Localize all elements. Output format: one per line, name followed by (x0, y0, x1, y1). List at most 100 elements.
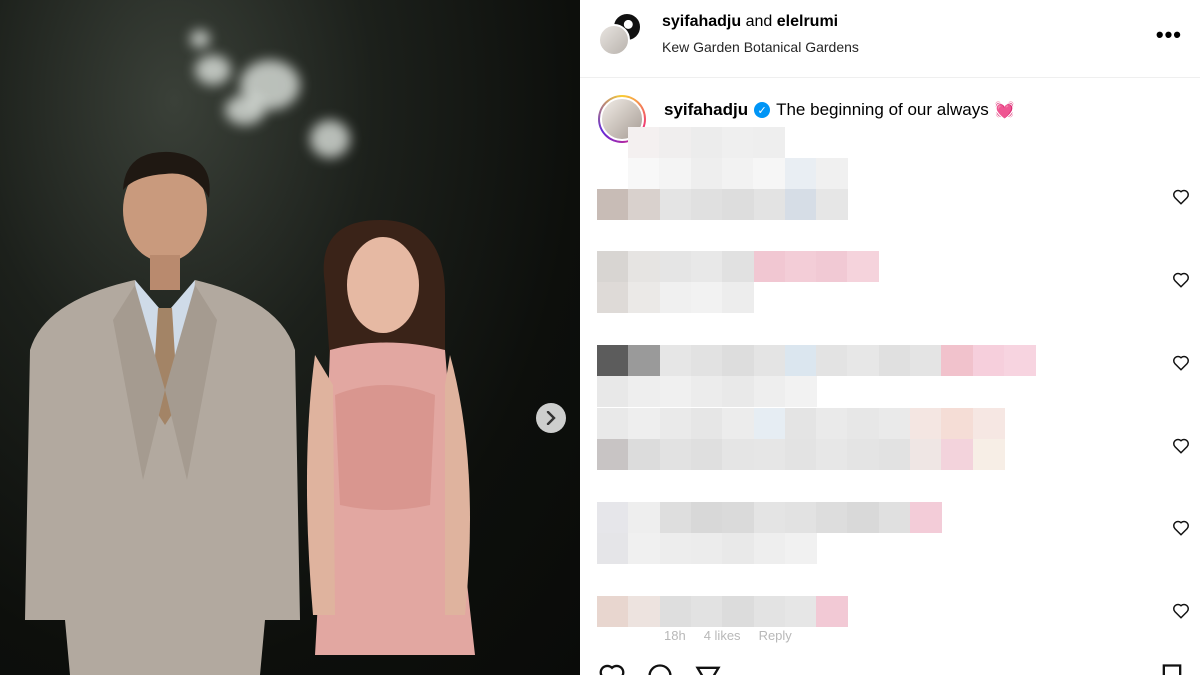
comment-likes[interactable]: 4 likes (704, 628, 741, 643)
pixel-block (597, 345, 629, 376)
pixel-block (690, 127, 723, 158)
pixel-block (722, 533, 755, 564)
more-options-button[interactable]: ••• (1156, 22, 1182, 48)
pixel-block (847, 251, 880, 282)
pixel-block (753, 533, 786, 564)
pixel-block (753, 376, 786, 407)
pixel-block (690, 376, 723, 407)
pixel-block (784, 439, 817, 470)
comment-icon[interactable] (646, 662, 674, 675)
pixel-block (753, 596, 786, 627)
pixel-block (597, 439, 629, 470)
pixel-block (722, 251, 755, 282)
like-icon[interactable] (598, 662, 626, 675)
pixel-block (659, 158, 692, 189)
pixel-block (597, 502, 629, 533)
pixel-block (690, 345, 723, 376)
pixel-block (784, 189, 817, 220)
share-icon[interactable] (694, 662, 722, 675)
pixel-block (597, 189, 629, 220)
heart-outline-icon[interactable] (1172, 188, 1190, 206)
pixel-block (690, 158, 723, 189)
pixel-block (628, 502, 661, 533)
pixel-block (910, 345, 942, 376)
pixel-block (816, 345, 849, 376)
pixel-block (722, 502, 755, 533)
pixel-block (659, 282, 692, 313)
pixel-block (816, 502, 849, 533)
pixel-block (597, 408, 629, 439)
pixel-block (722, 189, 755, 220)
pixel-block (597, 251, 629, 282)
pixel-block (784, 376, 817, 407)
action-bar (598, 662, 722, 675)
pixel-block (878, 408, 911, 439)
woman-figure (306, 220, 475, 655)
pixel-block (784, 345, 817, 376)
bokeh-light (310, 120, 350, 158)
pixel-block (722, 345, 755, 376)
author-conjunction: and (745, 13, 773, 30)
pixel-block (597, 596, 629, 627)
reply-button[interactable]: Reply (759, 628, 792, 643)
pixel-block (722, 376, 755, 407)
pixel-block (753, 345, 786, 376)
pixel-block (628, 189, 661, 220)
pixel-block (910, 408, 942, 439)
post-header: syifahadju and elelrumi Kew Garden Botan… (580, 0, 1200, 78)
pixel-block (628, 408, 661, 439)
pixel-block (753, 439, 786, 470)
collab-avatars[interactable] (598, 12, 644, 58)
bookmark-icon[interactable] (1158, 662, 1186, 675)
pixel-block (659, 376, 692, 407)
post-photo[interactable] (0, 0, 580, 675)
pixel-block (722, 408, 755, 439)
pixel-block (784, 158, 817, 189)
bokeh-light (190, 30, 210, 48)
pixel-block (847, 439, 880, 470)
pixel-block (659, 345, 692, 376)
next-photo-button[interactable] (536, 403, 566, 433)
heart-emoji: 💓 (994, 102, 1015, 119)
heart-outline-icon[interactable] (1172, 519, 1190, 537)
pixel-block (722, 282, 755, 313)
pixel-block (721, 127, 754, 158)
pixel-block (659, 533, 692, 564)
pixel-block (784, 596, 817, 627)
pixel-block (753, 408, 786, 439)
author-username-1[interactable]: syifahadju (662, 13, 741, 30)
location-link[interactable]: Kew Garden Botanical Gardens (662, 39, 859, 55)
pixel-block (659, 251, 692, 282)
pixel-block (628, 345, 661, 376)
pixel-block (815, 158, 848, 189)
pixel-block (628, 282, 661, 313)
heart-outline-icon[interactable] (1172, 437, 1190, 455)
pixel-block (910, 502, 942, 533)
pixel-block (753, 158, 786, 189)
pixel-block (910, 439, 942, 470)
caption-username[interactable]: syifahadju (664, 100, 748, 120)
chevron-right-icon (546, 411, 556, 425)
pixel-block (753, 127, 786, 158)
pixel-block (597, 533, 629, 564)
pixel-block (690, 251, 723, 282)
pixel-block (1003, 345, 1036, 376)
author-username-2[interactable]: elelrumi (777, 13, 838, 30)
pixel-block (972, 345, 1005, 376)
man-figure (25, 151, 300, 675)
pixel-block (690, 502, 723, 533)
pixel-block (721, 158, 754, 189)
heart-outline-icon[interactable] (1172, 271, 1190, 289)
heart-outline-icon[interactable] (1172, 354, 1190, 372)
pixel-block (628, 596, 661, 627)
heart-outline-icon[interactable] (1172, 602, 1190, 620)
pixel-block (878, 439, 911, 470)
pixel-block (847, 502, 880, 533)
pixel-block (628, 376, 661, 407)
pixel-block (816, 189, 849, 220)
pixel-block (659, 596, 692, 627)
pixel-block (753, 502, 786, 533)
pixel-block (784, 408, 817, 439)
pixel-block (722, 439, 755, 470)
pixel-block (816, 596, 849, 627)
